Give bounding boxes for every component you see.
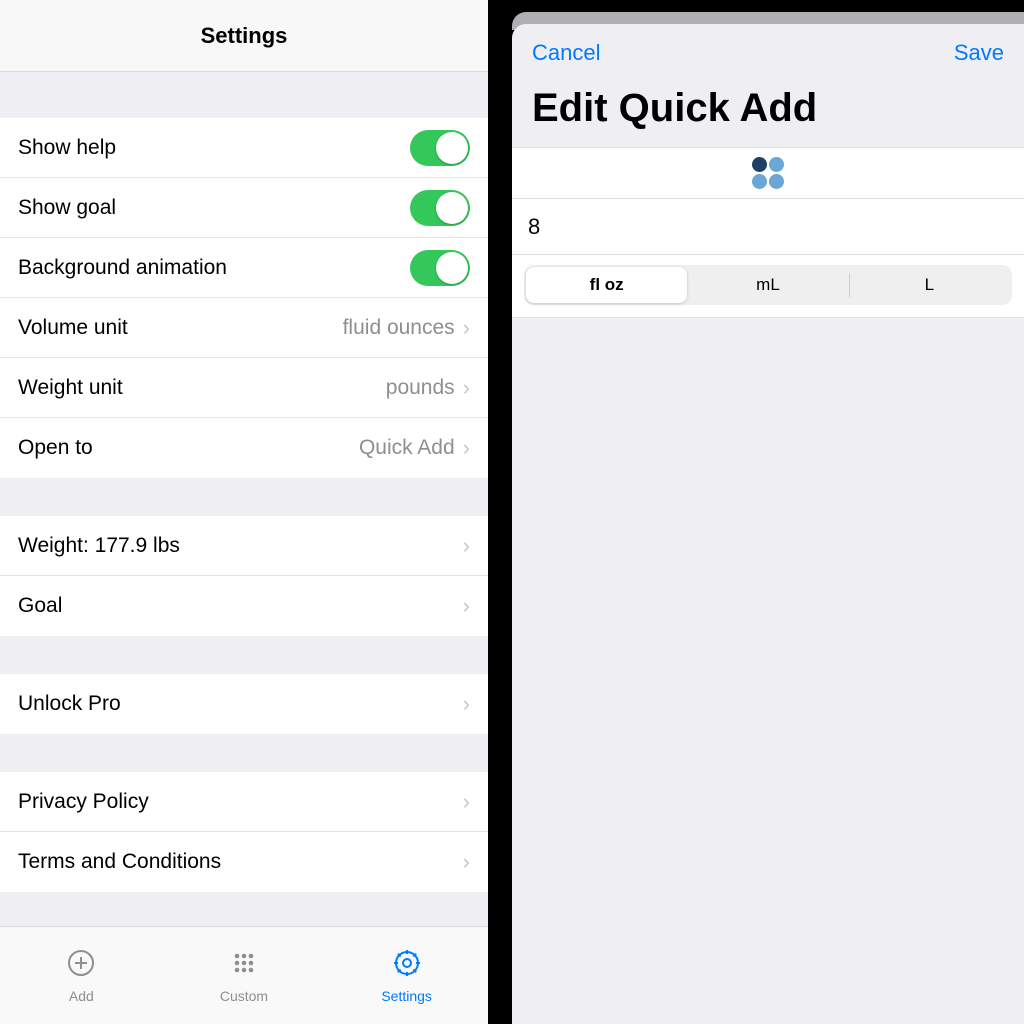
row-value: pounds [386, 376, 455, 400]
toggle-show-help[interactable] [410, 130, 470, 166]
unit-segmented-control[interactable]: fl oz mL L [524, 265, 1012, 305]
gear-icon [391, 947, 423, 984]
row-label: Show goal [18, 196, 410, 220]
amount-value: 8 [528, 214, 540, 240]
row-background-animation[interactable]: Background animation [0, 238, 488, 298]
row-value: fluid ounces [343, 316, 455, 340]
modal-sheet: Cancel Save Edit Quick Add 8 fl oz mL [512, 24, 1024, 1024]
segment-ml[interactable]: mL [687, 267, 848, 303]
section-spacer [0, 892, 488, 926]
chevron-right-icon: › [463, 595, 470, 617]
tab-custom[interactable]: Custom [184, 947, 304, 1004]
row-show-help[interactable]: Show help [0, 118, 488, 178]
section-spacer [0, 636, 488, 674]
tab-label: Custom [220, 988, 268, 1004]
row-label: Show help [18, 136, 410, 160]
row-label: Weight: 177.9 lbs [18, 534, 463, 558]
cancel-button[interactable]: Cancel [532, 40, 600, 66]
row-label: Terms and Conditions [18, 850, 463, 874]
settings-group-pro: Unlock Pro › [0, 674, 488, 734]
edit-quick-add-modal: Cancel Save Edit Quick Add 8 fl oz mL [500, 0, 1024, 1024]
tab-bar: Add Custom [0, 926, 488, 1024]
row-label: Privacy Policy [18, 790, 463, 814]
amount-input[interactable]: 8 [512, 199, 1024, 255]
modal-title: Edit Quick Add [512, 82, 1024, 147]
row-weight[interactable]: Weight: 177.9 lbs › [0, 516, 488, 576]
row-label: Open to [18, 436, 359, 460]
tab-label: Settings [381, 988, 432, 1004]
row-value: Quick Add [359, 436, 455, 460]
row-unlock-pro[interactable]: Unlock Pro › [0, 674, 488, 734]
row-goal[interactable]: Goal › [0, 576, 488, 636]
chevron-right-icon: › [463, 317, 470, 339]
row-terms[interactable]: Terms and Conditions › [0, 832, 488, 892]
toggle-background-animation[interactable] [410, 250, 470, 286]
row-privacy-policy[interactable]: Privacy Policy › [0, 772, 488, 832]
row-label: Unlock Pro [18, 692, 463, 716]
row-label: Goal [18, 594, 463, 618]
row-label: Background animation [18, 256, 410, 280]
settings-scroll-area[interactable]: Show help Show goal Background animation… [0, 72, 488, 926]
save-button[interactable]: Save [954, 40, 1004, 66]
plus-circle-icon [65, 947, 97, 984]
settings-group-general: Show help Show goal Background animation… [0, 118, 488, 478]
segment-label: fl oz [590, 275, 624, 295]
row-weight-unit[interactable]: Weight unit pounds › [0, 358, 488, 418]
section-spacer [0, 734, 488, 772]
tab-settings[interactable]: Settings [347, 947, 467, 1004]
segment-floz[interactable]: fl oz [526, 267, 687, 303]
modal-header: Cancel Save [512, 24, 1024, 82]
chevron-right-icon: › [463, 693, 470, 715]
tab-add[interactable]: Add [21, 947, 141, 1004]
tab-label: Add [69, 988, 94, 1004]
toggle-show-goal[interactable] [410, 190, 470, 226]
settings-group-legal: Privacy Policy › Terms and Conditions › [0, 772, 488, 892]
chevron-right-icon: › [463, 851, 470, 873]
section-spacer [0, 72, 488, 118]
segment-label: L [925, 275, 934, 295]
page-title: Settings [201, 23, 288, 49]
chevron-right-icon: › [463, 377, 470, 399]
icon-picker-row[interactable] [512, 147, 1024, 199]
segment-l[interactable]: L [849, 267, 1010, 303]
row-show-goal[interactable]: Show goal [0, 178, 488, 238]
segment-label: mL [756, 275, 780, 295]
section-spacer [0, 478, 488, 516]
chevron-right-icon: › [463, 535, 470, 557]
settings-group-personal: Weight: 177.9 lbs › Goal › [0, 516, 488, 636]
navigation-bar: Settings [0, 0, 488, 72]
settings-screen: Settings Show help Show goal Background … [0, 0, 500, 1024]
chevron-right-icon: › [463, 437, 470, 459]
row-volume-unit[interactable]: Volume unit fluid ounces › [0, 298, 488, 358]
quick-add-dots-icon [750, 155, 786, 191]
chevron-right-icon: › [463, 791, 470, 813]
unit-segmented-wrap: fl oz mL L [512, 255, 1024, 318]
row-open-to[interactable]: Open to Quick Add › [0, 418, 488, 478]
row-label: Weight unit [18, 376, 386, 400]
grid-icon [228, 947, 260, 984]
row-label: Volume unit [18, 316, 343, 340]
